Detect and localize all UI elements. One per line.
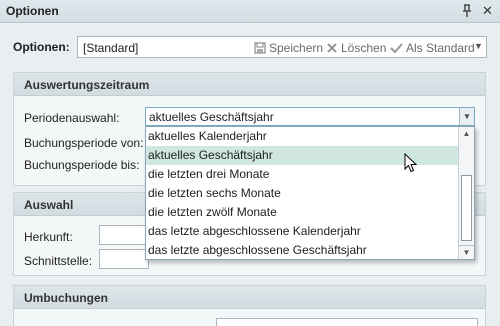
save-button[interactable]: Speichern [254,41,323,55]
delete-button[interactable]: Löschen [326,41,386,55]
period-dropdown-list: aktuelles Kalenderjahr aktuelles Geschäf… [145,126,475,260]
dropdown-option[interactable]: die letzten zwölf Monate [146,203,459,222]
umbuchungen-input[interactable] [216,318,478,326]
scrollbar-thumb[interactable] [461,175,472,241]
set-default-button[interactable]: Als Standard [390,41,475,55]
save-icon [254,42,266,54]
save-label: Speichern [269,41,324,55]
set-default-label: Als Standard [406,41,475,55]
close-icon[interactable]: ✕ [482,3,493,19]
period-select[interactable]: aktuelles Geschäftsjahr ▼ [145,107,475,126]
pin-icon[interactable] [461,3,473,19]
dropdown-scrollbar[interactable]: ▲ ▼ [458,127,474,259]
dropdown-option[interactable]: das letzte abgeschlossene Kalenderjahr [146,222,459,241]
period-label: Periodenauswahl: [24,111,120,125]
dropdown-option[interactable]: die letzten sechs Monate [146,184,459,203]
dropdown-option[interactable]: aktuelles Kalenderjahr [146,127,459,146]
interface-input[interactable] [99,249,149,269]
options-label: Optionen: [13,40,70,54]
period-select-value: aktuelles Geschäftsjahr [149,110,274,124]
to-period-label: Buchungsperiode bis: [24,158,140,172]
checkmark-icon [390,43,403,54]
options-combo[interactable]: [Standard] Speichern Löschen Als Standar… [77,36,487,58]
delete-label: Löschen [341,41,387,55]
origin-input[interactable] [99,225,149,245]
options-value: [Standard] [83,41,139,55]
from-period-label: Buchungsperiode von: [24,136,144,150]
origin-label: Herkunft: [24,230,73,244]
delete-icon [327,43,337,53]
interface-label: Schnittstelle: [24,254,93,268]
panel-title: Auswertungszeitraum [14,73,485,96]
window-title: Optionen [6,4,59,18]
chevron-down-icon[interactable]: ▼ [474,41,483,51]
scroll-up-icon[interactable]: ▲ [459,127,474,141]
scroll-down-icon[interactable]: ▼ [459,245,474,259]
title-bar: Optionen ✕ [0,0,500,23]
mouse-cursor-icon [404,152,418,176]
chevron-down-icon[interactable]: ▼ [459,108,474,125]
panel-title: Umbuchungen [14,286,485,309]
dropdown-option[interactable]: das letzte abgeschlossene Geschäftsjahr [146,241,459,260]
